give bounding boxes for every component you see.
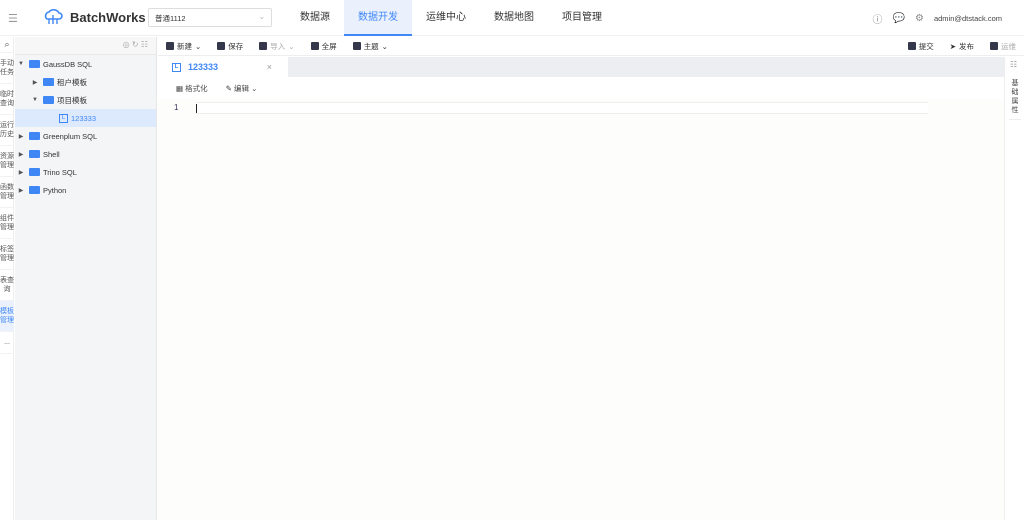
folder-icon [29, 60, 40, 68]
new-label: 新建 [177, 41, 192, 51]
tree-folder-project[interactable]: ▼ 项目模板 [15, 91, 156, 109]
tree-tools: ◎ ↻ ☷ [15, 37, 156, 55]
right-panel-bar: ☷ 基础属性 [1004, 57, 1024, 520]
format-label: 格式化 [185, 83, 208, 93]
tree-folder-python[interactable]: ▶ Python [15, 181, 156, 199]
logo[interactable]: BatchWorks [42, 7, 146, 27]
fullscreen-button[interactable]: 全屏 [310, 41, 337, 52]
nav-datasource[interactable]: 数据源 [286, 0, 344, 36]
folder-label: Python [43, 185, 67, 195]
new-button[interactable]: 新建 ⌄ [166, 41, 201, 52]
list-icon[interactable]: ☷ [141, 40, 148, 49]
tree-folder-tenant[interactable]: ▶ 租户模板 [15, 73, 156, 91]
send-icon: ➤ [949, 41, 956, 51]
edit-dropdown[interactable]: ✎ 编辑 ⌄ [226, 83, 258, 94]
submit-label: 提交 [918, 41, 934, 51]
tree-folder-shell[interactable]: ▶ Shell [15, 145, 156, 163]
sidebar-item-functions[interactable]: 函数管理 [0, 177, 14, 208]
folder-label: 项目模板 [57, 95, 87, 105]
sidebar-more[interactable]: ... [0, 332, 14, 354]
sidebar-item-resources[interactable]: 资源管理 [0, 146, 14, 177]
file-tree: ◎ ↻ ☷ ▼ GaussDB SQL ▶ 租户模板 ▼ 项目模板 L 123333 ▶… [15, 37, 157, 520]
save-label: 保存 [228, 41, 244, 51]
fullscreen-label: 全屏 [321, 41, 337, 51]
submit-button[interactable]: 提交 [907, 41, 934, 52]
close-icon[interactable]: × [267, 62, 272, 72]
folder-icon [29, 186, 40, 194]
nav-ops[interactable]: 运维中心 [412, 0, 480, 36]
tab-123333[interactable]: L 123333 × [158, 57, 288, 77]
help-icon[interactable]: ⓘ [873, 11, 883, 26]
import-button[interactable]: 导入 ⌄ [259, 41, 295, 52]
folder-icon [29, 168, 40, 176]
sql-editor: ▦ 格式化 ✎ 编辑 ⌄ 1 [158, 77, 1004, 520]
folder-label: Trino SQL [43, 167, 77, 177]
sidebar-item-run-history[interactable]: 运行历史 [0, 115, 14, 146]
list-icon[interactable]: ☷ [1010, 60, 1017, 69]
import-label: 导入 [270, 41, 286, 51]
menu-icon[interactable]: ☰ [8, 12, 18, 25]
line-number: 1 [174, 103, 179, 112]
folder-icon [43, 96, 54, 104]
editor-tabs: L 123333 × [158, 57, 1004, 77]
ops-label: 运维 [1001, 41, 1016, 51]
edit-label: 编辑 [234, 83, 250, 93]
cursor [196, 104, 197, 113]
search-icon[interactable]: ⌕ [0, 37, 14, 53]
plus-icon [166, 42, 174, 50]
chevron-down-icon: ⌄ [258, 12, 265, 21]
toolbar: 新建 ⌄ 保存 导入 ⌄ 全屏 主题 ⌄ 提交 ➤ 发布 运维 [158, 37, 1024, 56]
save-button[interactable]: 保存 [217, 41, 243, 52]
folder-label: 租户模板 [57, 77, 87, 87]
nav-data-dev[interactable]: 数据开发 [344, 0, 412, 36]
folder-label: Shell [43, 149, 60, 159]
sidebar-item-tags[interactable]: 标签管理 [0, 239, 14, 270]
folder-label: GaussDB SQL [43, 59, 93, 69]
cloud-logo-icon [44, 8, 63, 24]
sidebar-item-manual-task[interactable]: 手动任务 [0, 53, 14, 84]
tree-folder-gaussdb[interactable]: ▼ GaussDB SQL [15, 55, 156, 73]
submit-icon [907, 42, 916, 50]
folder-icon [29, 150, 40, 158]
header: ☰ BatchWorks 普通1112 ⌄ 数据源 数据开发 运维中心 数据地图 … [0, 0, 1024, 36]
ops-button[interactable]: 运维 [990, 41, 1016, 52]
file-label: 123333 [71, 113, 97, 123]
import-icon [259, 42, 268, 50]
shirt-icon [352, 42, 361, 50]
save-icon [217, 42, 226, 50]
sidebar-item-templates[interactable]: 模板管理 [0, 301, 14, 332]
theme-button[interactable]: 主题 ⌄ [352, 41, 388, 52]
sidebar-item-temp-query[interactable]: 临时查询 [0, 84, 14, 115]
gear-icon[interactable]: ⚙ [915, 13, 924, 24]
sidebar-item-table-query[interactable]: 表查询 [0, 270, 14, 301]
file-icon: L [59, 113, 68, 123]
user-account[interactable]: admin@dtstack.com [934, 14, 1002, 23]
nav-datamap[interactable]: 数据地图 [480, 0, 548, 36]
format-button[interactable]: ▦ 格式化 [176, 83, 208, 94]
tree-folder-trino[interactable]: ▶ Trino SQL [15, 163, 156, 181]
folder-icon [43, 78, 54, 86]
publish-label: 发布 [959, 41, 974, 51]
fullscreen-icon [310, 42, 319, 50]
ops-icon [990, 42, 998, 50]
code-input[interactable] [196, 102, 928, 114]
left-sidebar: ⌕ 手动任务 临时查询 运行历史 资源管理 函数管理 组件管理 标签管理 表查询… [0, 37, 14, 520]
tree-folder-greenplum[interactable]: ▶ Greenplum SQL [15, 127, 156, 145]
message-icon[interactable]: 💬 [893, 13, 905, 24]
project-name: 普通1112 [155, 14, 186, 23]
sidebar-item-components[interactable]: 组件管理 [0, 208, 14, 239]
tree-file-123333[interactable]: L 123333 [15, 109, 156, 127]
basic-properties-tab[interactable]: 基础属性 [1009, 79, 1021, 120]
nav-project[interactable]: 项目管理 [548, 0, 616, 36]
tab-label: 123333 [188, 62, 219, 72]
file-icon: L [172, 62, 181, 72]
folder-icon [29, 132, 40, 140]
app-name: BatchWorks [70, 9, 146, 25]
project-select[interactable]: 普通1112 ⌄ [148, 8, 272, 27]
theme-label: 主题 [363, 41, 379, 51]
refresh-icon[interactable]: ↻ [132, 40, 139, 49]
folder-label: Greenplum SQL [43, 131, 98, 141]
locate-icon[interactable]: ◎ [123, 40, 130, 49]
publish-button[interactable]: ➤ 发布 [950, 41, 974, 52]
